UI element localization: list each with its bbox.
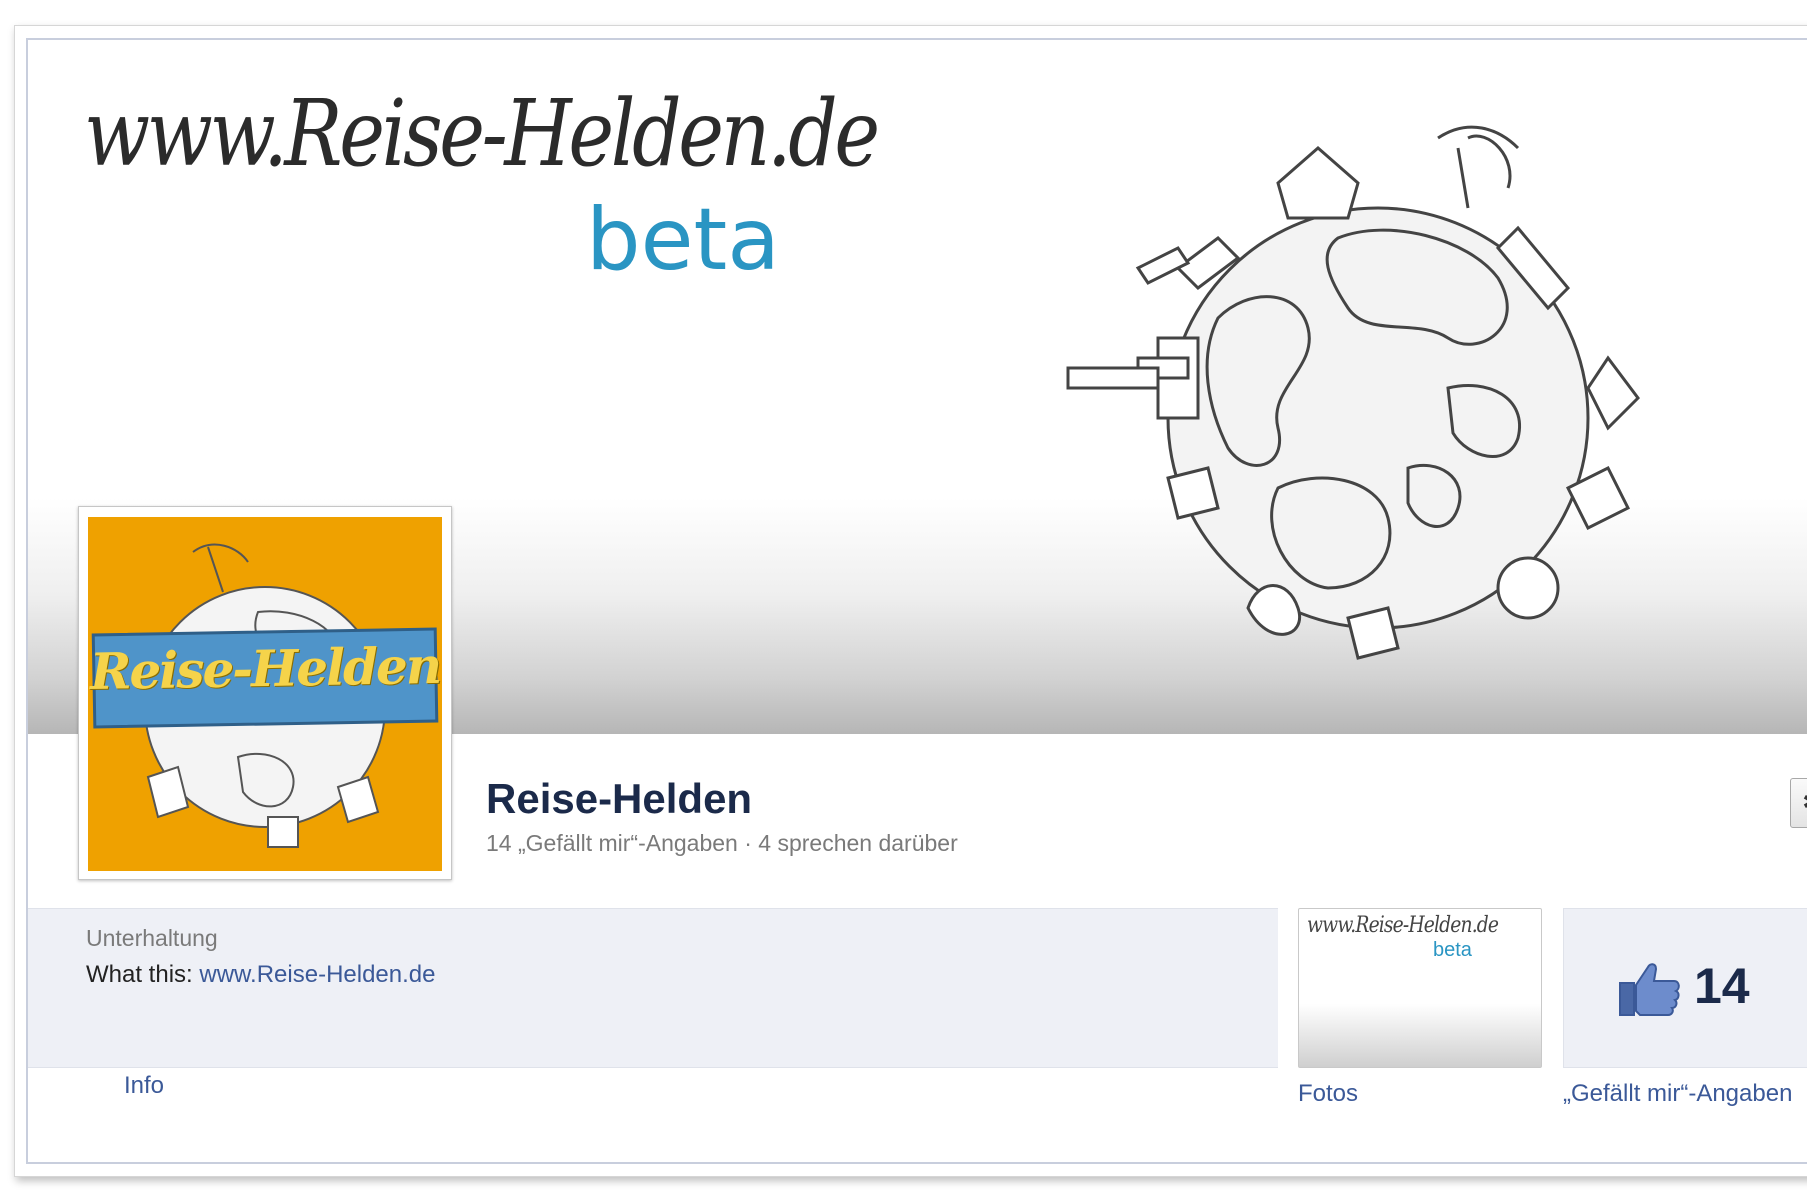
page-stats: 14 „Gefällt mir“-Angaben · 4 sprechen da… <box>486 830 958 856</box>
about-section: Unterhaltung What this: www.Reise-Helden… <box>28 908 1278 1068</box>
profile-banner-text: Reise-Helden <box>89 635 441 702</box>
photos-app-label[interactable]: Fotos <box>1298 1080 1358 1108</box>
likes-app-label[interactable]: „Gefällt mir“-Angaben <box>1563 1080 1792 1108</box>
profile-picture[interactable]: Reise-Helden <box>78 506 452 880</box>
about-label: What this: <box>86 961 200 988</box>
photos-thumb-logo: www.Reise-Helden.de <box>1307 913 1499 938</box>
gear-icon: ✱ <box>1802 787 1807 817</box>
likes-app-thumbnail[interactable]: 14 <box>1563 908 1807 1068</box>
page-category: Unterhaltung <box>86 925 218 951</box>
website-link[interactable]: www.Reise-Helden.de <box>199 961 435 988</box>
thumbs-up-icon <box>1619 963 1680 1016</box>
settings-button[interactable]: ✱ <box>1790 778 1807 828</box>
tab-info[interactable]: Info <box>124 1072 164 1100</box>
cover-beta-text: beta <box>586 190 780 290</box>
about-description: What this: www.Reise-Helden.de <box>86 961 435 989</box>
likes-count: 14 <box>1694 958 1750 1014</box>
profile-image: Reise-Helden <box>88 517 442 871</box>
globe-illustration <box>1066 125 1640 660</box>
cover-logo-text: www.Reise-Helden.de <box>84 80 880 187</box>
photos-app-thumbnail[interactable]: www.Reise-Helden.de beta <box>1298 908 1542 1068</box>
facebook-page: www.Reise-Helden.de beta Reise-Helden Re… <box>26 38 1807 1164</box>
page-title: Reise-Helden <box>486 775 753 822</box>
photos-thumb-beta: beta <box>1433 939 1472 961</box>
